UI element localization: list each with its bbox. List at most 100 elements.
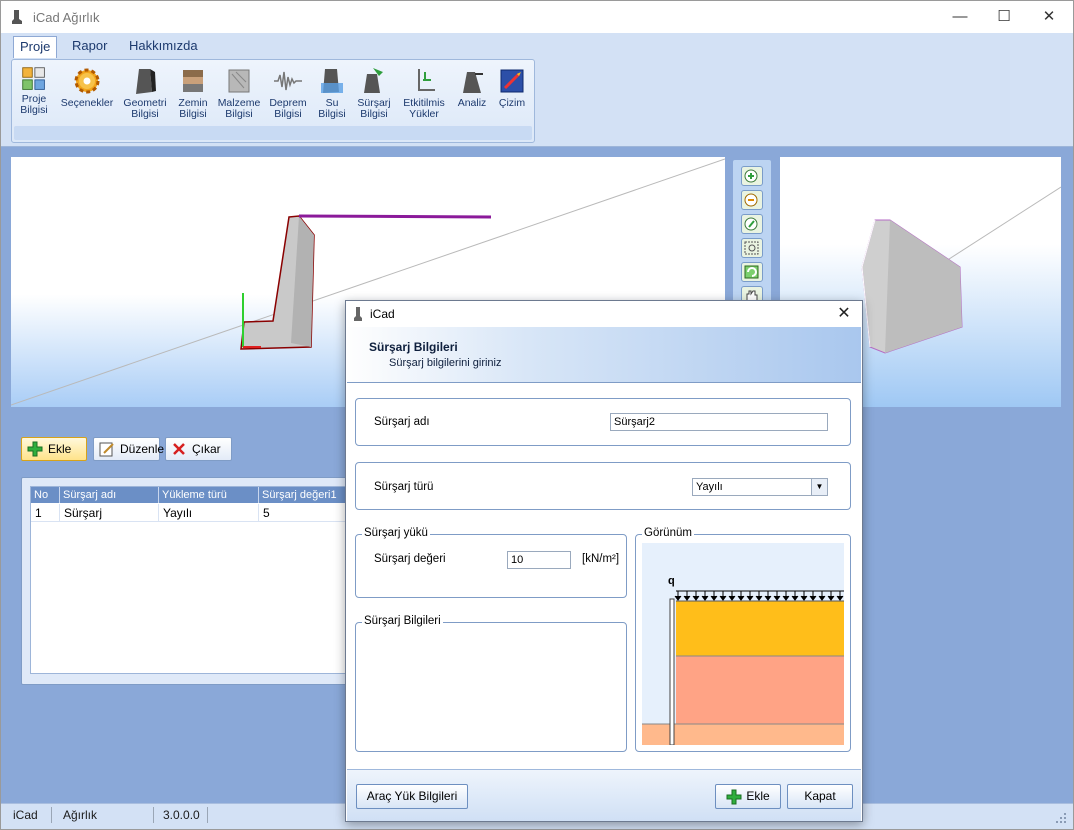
type-label: Sürşarj türü: [374, 481, 434, 493]
drawing-icon: [500, 69, 524, 93]
preview-q-label: q: [668, 575, 675, 587]
close-button[interactable]: ✕: [1026, 1, 1072, 33]
surcharge-icon: [364, 68, 383, 93]
status-module: Ağırlık: [63, 808, 98, 822]
edit-surcharge-button[interactable]: Düzenle: [93, 437, 164, 461]
app-icon: [12, 10, 22, 24]
geometry-icon: [136, 69, 156, 94]
dialog-subheading: Sürşarj bilgilerini giriniz: [389, 357, 502, 369]
drawing-button[interactable]: Çizim: [494, 66, 530, 109]
zoom-in-icon: [744, 169, 758, 183]
info-group: Sürşarj Bilgileri: [355, 615, 627, 752]
dialog-close-text-button[interactable]: Kapat: [787, 784, 853, 809]
preview-group: Görünüm q: [635, 527, 851, 752]
surcharge-info-button[interactable]: Sürşarj Bilgisi: [352, 66, 396, 120]
load-group-title: Sürşarj yükü: [362, 527, 430, 539]
table-cell: 5: [259, 504, 353, 522]
ribbon: Proje Rapor Hakkımızda Proje Bilgisi Seçe…: [1, 33, 1073, 147]
gear-icon: [74, 68, 100, 94]
edit-icon: [99, 442, 114, 457]
ribbon-panel: Proje Bilgisi Seçenekler Geometri Bilgisi: [11, 59, 535, 143]
dialog-add-button[interactable]: Ekle: [715, 784, 781, 809]
dialog-heading: Sürşarj Bilgileri: [369, 340, 458, 354]
maximize-button[interactable]: ☐: [981, 1, 1027, 33]
title-bar: iCad Ağırlık — ☐ ✕: [1, 1, 1073, 33]
table-cell: Yayılı: [159, 504, 259, 522]
column-header-value[interactable]: Sürşarj değeri1: [259, 487, 353, 503]
preview-group-title: Görünüm: [642, 527, 694, 539]
zoom-extents-button[interactable]: [741, 214, 763, 234]
ribbon-panel-footer: [14, 126, 532, 140]
tab-proje[interactable]: Proje: [13, 36, 58, 58]
water-info-button[interactable]: Su Bilgisi: [312, 66, 352, 120]
status-version: 3.0.0.0: [163, 808, 200, 822]
status-divider: [51, 807, 52, 823]
surcharge-list-panel: Ekle Düzenle Çıkar No Sürşarj adı Yüklem…: [11, 421, 361, 691]
material-icon: [228, 69, 250, 93]
plus-icon: [27, 441, 43, 457]
dialog-header: Sürşarj Bilgileri Sürşarj bilgilerini gi…: [347, 327, 861, 383]
vehicle-load-info-button[interactable]: Araç Yük Bilgileri: [356, 784, 468, 809]
surcharge-preview-diagram: [642, 543, 844, 745]
material-info-button[interactable]: Malzeme Bilgisi: [214, 66, 264, 120]
name-label: Sürşarj adı: [374, 416, 430, 428]
remove-surcharge-button[interactable]: Çıkar: [165, 437, 232, 461]
value-label: Sürşarj değeri: [374, 553, 446, 565]
minimize-button[interactable]: —: [937, 1, 983, 33]
type-select-value: Yayılı: [696, 481, 723, 493]
status-app: iCad: [13, 808, 38, 822]
name-group: Sürşarj adı Sürşarj2: [355, 398, 851, 446]
zoom-extents-icon: [744, 217, 758, 231]
status-divider: [207, 807, 208, 823]
info-group-title: Sürşarj Bilgileri: [362, 615, 443, 627]
status-divider: [153, 807, 154, 823]
rotate-icon: [744, 265, 759, 279]
surcharge-table: No Sürşarj adı Yükleme türü Sürşarj değe…: [30, 486, 353, 674]
water-icon: [321, 69, 343, 93]
app-icon: [354, 307, 362, 321]
grid-frame: No Sürşarj adı Yükleme türü Sürşarj değe…: [21, 477, 361, 685]
column-header-name[interactable]: Sürşarj adı: [60, 487, 159, 503]
options-button[interactable]: Seçenekler: [56, 66, 118, 109]
column-header-no[interactable]: No: [31, 487, 60, 503]
loads-icon: [418, 69, 435, 91]
tab-hakkimizda[interactable]: Hakkımızda: [123, 36, 204, 58]
tab-rapor[interactable]: Rapor: [66, 36, 113, 58]
dialog-title: iCad: [370, 307, 395, 321]
add-surcharge-button[interactable]: Ekle: [21, 437, 87, 461]
chevron-down-icon[interactable]: ▼: [811, 479, 827, 495]
table-cell: Sürşarj: [60, 504, 159, 522]
geometry-info-button[interactable]: Geometri Bilgisi: [120, 66, 170, 120]
window-title: iCad Ağırlık: [33, 10, 100, 25]
zoom-window-button[interactable]: [741, 238, 763, 258]
delete-icon: [173, 443, 185, 455]
zoom-out-button[interactable]: [741, 190, 763, 210]
zoom-window-icon: [744, 241, 759, 255]
plus-icon: [726, 789, 742, 805]
type-select[interactable]: Yayılı ▼: [692, 478, 828, 496]
zoom-out-icon: [744, 193, 758, 207]
rotate-button[interactable]: [741, 262, 763, 282]
table-cell: 1: [31, 504, 60, 522]
surcharge-dialog: iCad ✕ Sürşarj Bilgileri Sürşarj bilgile…: [345, 300, 863, 822]
dialog-close-button[interactable]: ✕: [826, 301, 862, 327]
soil-icon: [183, 70, 203, 92]
project-icon: [22, 67, 45, 90]
unit-label: [kN/m²]: [582, 553, 620, 565]
earthquake-icon: [274, 71, 302, 91]
dialog-body: Sürşarj adı Sürşarj2 Sürşarj türü Yayılı…: [347, 384, 861, 769]
type-group: Sürşarj türü Yayılı ▼: [355, 462, 851, 510]
analysis-icon: [463, 72, 483, 93]
zoom-in-button[interactable]: [741, 166, 763, 186]
column-header-load-type[interactable]: Yükleme türü: [159, 487, 259, 503]
resize-grip-icon[interactable]: [1055, 812, 1067, 824]
analysis-button[interactable]: Analiz: [452, 66, 492, 109]
earthquake-info-button[interactable]: Deprem Bilgisi: [266, 66, 310, 120]
value-input[interactable]: 10: [507, 551, 571, 569]
view-toolbar: [732, 159, 772, 309]
soil-info-button[interactable]: Zemin Bilgisi: [172, 66, 214, 120]
applied-loads-button[interactable]: Etkitilmis Yükler: [398, 66, 450, 120]
name-input[interactable]: Sürşarj2: [610, 413, 828, 431]
load-group: Sürşarj yükü Sürşarj değeri 10 [kN/m²]: [355, 527, 627, 598]
project-info-button[interactable]: Proje Bilgisi: [16, 66, 52, 116]
